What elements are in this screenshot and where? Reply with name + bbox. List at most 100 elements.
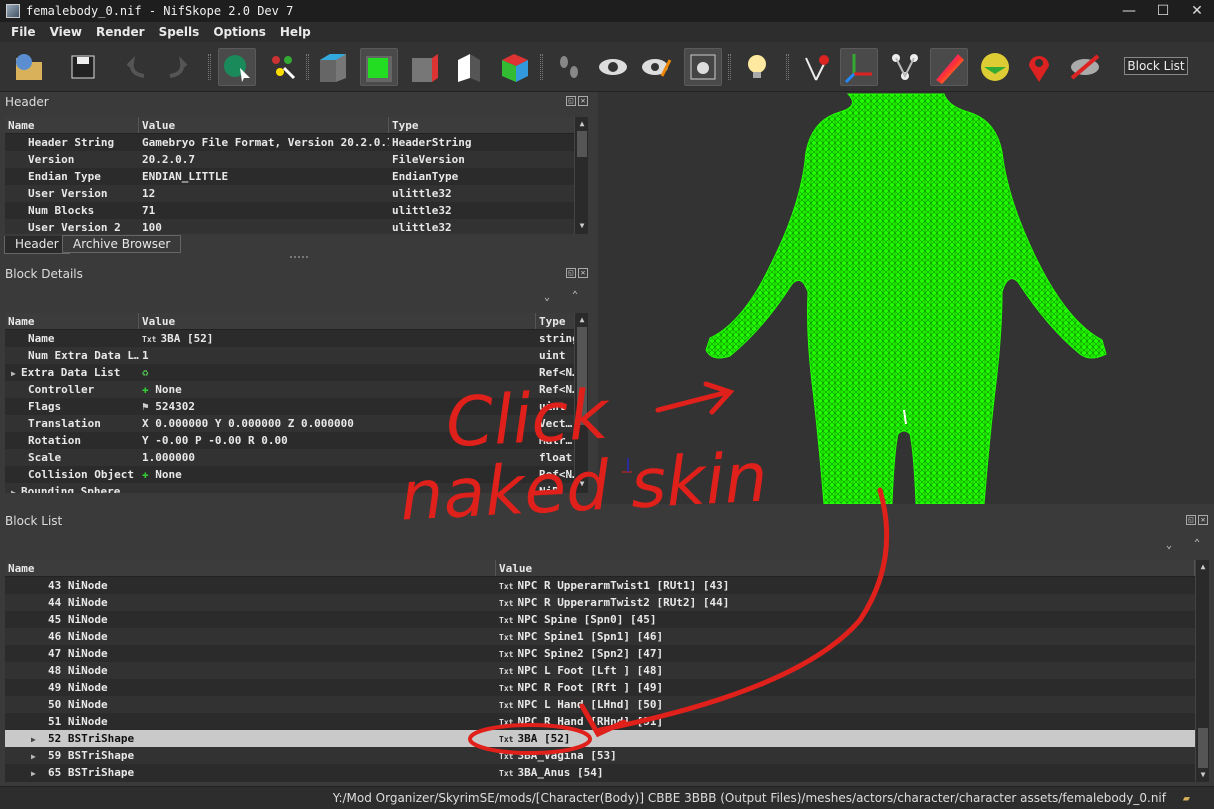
- menu-help[interactable]: Help: [273, 25, 318, 39]
- load-icon[interactable]: [10, 48, 48, 86]
- expand-arrow-icon[interactable]: ▶: [31, 765, 41, 781]
- table-row[interactable]: Version 20.2.0.7 FileVersion: [5, 151, 575, 168]
- chevron-down-icon[interactable]: ⌄: [1166, 540, 1172, 551]
- table-row[interactable]: User Version 2 100 ulittle32: [5, 219, 575, 234]
- header-scrollbar[interactable]: ▲ ▼: [574, 117, 588, 234]
- txt-icon: Txt: [499, 632, 514, 642]
- table-row[interactable]: Collision Object ✚ None Ref<N…: [5, 466, 575, 483]
- table-row[interactable]: 43 NiNode Txt NPC R UpperarmTwist1 [RUt1] …: [5, 577, 1195, 594]
- table-row[interactable]: Flags ⚑ 524302 uint: [5, 398, 575, 415]
- table-row[interactable]: 45 NiNode Txt NPC Spine [Spn0] [45]: [5, 611, 1195, 628]
- txt-icon: Txt: [499, 751, 514, 761]
- table-row[interactable]: 49 NiNode Txt NPC R Foot [Rft ] [49]: [5, 679, 1195, 696]
- table-row[interactable]: Num Extra Data L… 1 uint: [5, 347, 575, 364]
- view-front-icon[interactable]: [406, 48, 444, 86]
- select-object-icon[interactable]: [218, 48, 256, 86]
- save-icon[interactable]: [64, 48, 102, 86]
- table-row[interactable]: Endian Type ENDIAN_LITTLE EndianType: [5, 168, 575, 185]
- menu-options[interactable]: Options: [206, 25, 273, 39]
- txt-icon: Txt: [499, 598, 514, 608]
- menu-spells[interactable]: Spells: [152, 25, 207, 39]
- table-row[interactable]: Controller ✚ None Ref<N…: [5, 381, 575, 398]
- column-header-name[interactable]: Name: [5, 313, 139, 329]
- toolbar-separator: [540, 54, 543, 80]
- block-list-button[interactable]: Block List: [1124, 57, 1188, 75]
- light-icon[interactable]: [738, 48, 776, 86]
- table-row[interactable]: Translation X 0.000000 Y 0.000000 Z 0.000…: [5, 415, 575, 432]
- expand-arrow-icon[interactable]: ▶: [11, 365, 21, 381]
- block-list-scrollbar[interactable]: ▲ ▼: [1195, 560, 1209, 782]
- block-details-controls[interactable]: ◱ ✕: [566, 268, 588, 280]
- menu-view[interactable]: View: [43, 25, 89, 39]
- column-header-type[interactable]: Type: [536, 313, 575, 329]
- maximize-button[interactable]: ☐: [1146, 0, 1180, 22]
- minimize-button[interactable]: —: [1112, 0, 1146, 22]
- table-row[interactable]: 50 NiNode Txt NPC L Hand [LHnd] [50]: [5, 696, 1195, 713]
- texture-icon[interactable]: [930, 48, 968, 86]
- table-row[interactable]: ▶ 59 BSTriShape Txt 3BA_Vagina [53]: [5, 747, 1195, 764]
- eye-pick-icon[interactable]: [638, 48, 676, 86]
- txt-icon: Txt: [499, 666, 514, 676]
- table-row[interactable]: Header String Gamebryo File Format, Versi…: [5, 134, 575, 151]
- view-side-icon[interactable]: [450, 48, 488, 86]
- tab-archive-browser[interactable]: Archive Browser: [62, 235, 182, 253]
- chevron-up-icon[interactable]: ⌃: [1194, 538, 1200, 549]
- expand-arrow-icon[interactable]: ▶: [31, 731, 41, 747]
- camera-icon[interactable]: [684, 48, 722, 86]
- hide-icon[interactable]: [1066, 48, 1104, 86]
- eye-icon[interactable]: [594, 48, 632, 86]
- table-row[interactable]: 44 NiNode Txt NPC R UpperarmTwist2 [RUt2] …: [5, 594, 1195, 611]
- menu-render[interactable]: Render: [89, 25, 152, 39]
- marker-icon[interactable]: [1020, 48, 1058, 86]
- constraints-icon[interactable]: [976, 48, 1014, 86]
- view-top-icon[interactable]: [360, 48, 398, 86]
- view-flat-icon[interactable]: [314, 48, 352, 86]
- nodes-icon[interactable]: [886, 48, 924, 86]
- undo-icon[interactable]: [118, 48, 156, 86]
- table-row[interactable]: ▶ 65 BSTriShape Txt 3BA_Anus [54]: [5, 764, 1195, 781]
- table-row[interactable]: 51 NiNode Txt NPC R Hand [RHnd] [51]: [5, 713, 1195, 730]
- render-viewport[interactable]: [598, 92, 1214, 505]
- table-row[interactable]: 47 NiNode Txt NPC Spine2 [Spn2] [47]: [5, 645, 1195, 662]
- header-table: Name Value Type Header String Gamebryo Fi…: [5, 117, 588, 234]
- table-row[interactable]: Scale 1.000000 float: [5, 449, 575, 466]
- txt-icon: Txt: [499, 649, 514, 659]
- toolbar-separator: [208, 54, 211, 80]
- toolbar: [0, 42, 1214, 92]
- header-panel-controls[interactable]: ◱ ✕: [566, 96, 588, 108]
- table-row[interactable]: User Version 12 ulittle32: [5, 185, 575, 202]
- select-vertex-icon[interactable]: [264, 48, 302, 86]
- folder-icon[interactable]: ▰: [1183, 791, 1190, 805]
- view-user-icon[interactable]: [550, 48, 588, 86]
- block-list-controls[interactable]: ◱ ✕: [1186, 515, 1208, 527]
- redo-icon[interactable]: [158, 48, 196, 86]
- column-header-name[interactable]: Name: [5, 560, 496, 576]
- column-header-value[interactable]: Value: [139, 117, 389, 133]
- table-row[interactable]: 48 NiNode Txt NPC L Foot [Lft ] [48]: [5, 662, 1195, 679]
- column-header-value[interactable]: Value: [496, 560, 1195, 576]
- tab-header[interactable]: Header: [4, 236, 70, 254]
- table-row[interactable]: Num Blocks 71 ulittle32: [5, 202, 575, 219]
- table-row[interactable]: 46 NiNode Txt NPC Spine1 [Spn1] [46]: [5, 628, 1195, 645]
- expand-arrow-icon[interactable]: ▶: [31, 748, 41, 764]
- table-row[interactable]: ▶ Bounding Sphere NiB…: [5, 483, 575, 493]
- menu-file[interactable]: File: [4, 25, 43, 39]
- close-button[interactable]: ✕: [1180, 0, 1214, 22]
- splitter-handle[interactable]: [290, 256, 308, 260]
- table-row[interactable]: Rotation Y -0.00 P -0.00 R 0.00 Matr…: [5, 432, 575, 449]
- column-header-value[interactable]: Value: [139, 313, 536, 329]
- table-row-selected[interactable]: ▶ 52 BSTriShape Txt 3BA [52]: [5, 730, 1195, 747]
- block-details-scrollbar[interactable]: ▲ ▼: [574, 313, 588, 493]
- pointer-icon[interactable]: [798, 48, 836, 86]
- title-bar: femalebody_0.nif - NifSkope 2.0 Dev 7 — …: [0, 0, 1214, 22]
- axes-icon[interactable]: [840, 48, 878, 86]
- txt-icon: Txt: [499, 581, 514, 591]
- chevron-down-icon[interactable]: ⌄: [544, 292, 550, 303]
- column-header-type[interactable]: Type: [389, 117, 575, 133]
- expand-arrow-icon[interactable]: ▶: [11, 484, 21, 493]
- view-walk-icon[interactable]: [496, 48, 534, 86]
- table-row[interactable]: ▶ Extra Data List ♻ Ref<N…: [5, 364, 575, 381]
- table-row[interactable]: Name Txt 3BA [52] string: [5, 330, 575, 347]
- chevron-up-icon[interactable]: ⌃: [572, 290, 578, 301]
- column-header-name[interactable]: Name: [5, 117, 139, 133]
